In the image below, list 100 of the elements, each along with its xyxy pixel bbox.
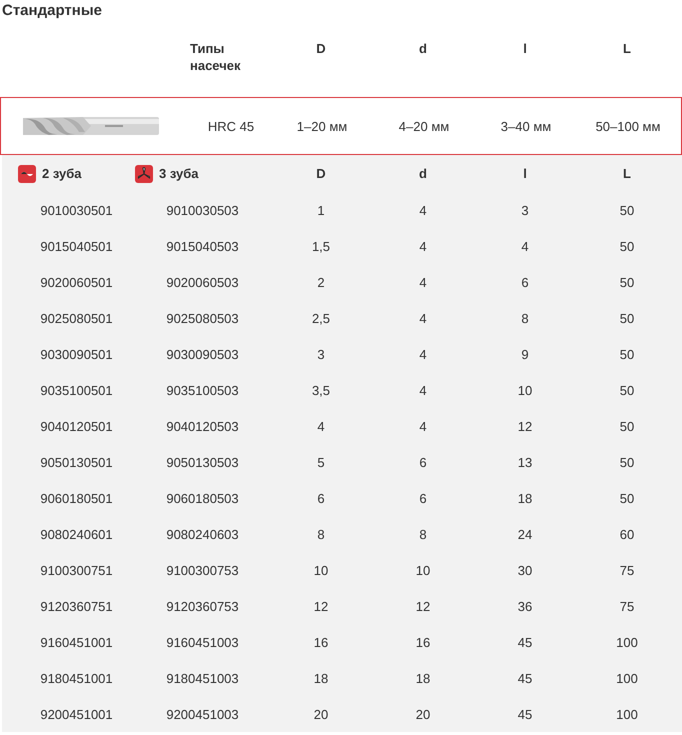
column-header: l — [523, 166, 527, 181]
table-cell: 4 — [419, 310, 427, 326]
table-cell: 9060180503 — [166, 490, 239, 506]
table-cell: 9100300751 — [40, 562, 113, 578]
table-cell: 8 — [419, 526, 427, 542]
table-cell: 9035100501 — [40, 382, 113, 398]
table-cell: 50 — [620, 382, 634, 398]
table-cell: 50 — [620, 274, 634, 290]
table-cell: 30 — [518, 562, 532, 578]
table-cell: 6 — [521, 274, 529, 290]
table-cell: 20 — [416, 706, 430, 722]
table-cell: 9120360753 — [166, 598, 239, 614]
table-cell: 45 — [518, 634, 532, 650]
table-cell: 9010030501 — [40, 202, 113, 218]
column-header: d — [419, 166, 427, 181]
table-cell: 9100300753 — [166, 562, 239, 578]
table-cell: 9180451001 — [40, 670, 113, 686]
spec-value: 4–20 мм — [398, 118, 450, 134]
table-cell: 6 — [419, 490, 427, 506]
table-cell: 50 — [620, 454, 634, 470]
table-cell: 100 — [616, 706, 638, 722]
table-cell: 9025080501 — [40, 310, 113, 326]
table-cell: 9040120501 — [40, 418, 113, 434]
table-cell: 9200451003 — [166, 706, 239, 722]
table-cell: 4 — [419, 274, 427, 290]
table-cell: 50 — [620, 346, 634, 362]
table-cell: 50 — [620, 310, 634, 326]
table-cell: 6 — [419, 454, 427, 470]
spec-value: 1–20 мм — [296, 118, 348, 134]
table-cell: 9010030503 — [166, 202, 239, 218]
table-cell: 16 — [314, 634, 328, 650]
table-cell: 8 — [521, 310, 529, 326]
table-cell: 13 — [518, 454, 532, 470]
table-cell: 4 — [419, 418, 427, 434]
table-cell: 60 — [620, 526, 634, 542]
table-cell: 18 — [518, 490, 532, 506]
three-flute-icon — [135, 164, 153, 182]
table-cell: 3 — [521, 202, 529, 218]
table-cell: 9160451003 — [166, 634, 239, 650]
table-cell: 75 — [620, 598, 634, 614]
column-header: L — [622, 40, 632, 57]
column-header: 2 зуба — [42, 166, 82, 181]
table-cell: 9040120503 — [166, 418, 239, 434]
table-cell: 9200451001 — [40, 706, 113, 722]
table-cell: 9080240601 — [40, 526, 113, 542]
table-cell: 4 — [521, 238, 529, 254]
table-cell: 18 — [314, 670, 328, 686]
table-cell: 24 — [518, 526, 532, 542]
spec-value: 50–100 мм — [594, 118, 662, 134]
table-cell: 9120360751 — [40, 598, 113, 614]
two-flute-icon — [18, 164, 36, 182]
table-cell: 12 — [518, 418, 532, 434]
table-cell: 8 — [317, 526, 325, 542]
table-cell: 1,5 — [312, 238, 330, 254]
table-cell: 9035100503 — [166, 382, 239, 398]
table-cell: 9030090501 — [40, 346, 113, 362]
table-cell: 2 — [317, 274, 325, 290]
column-header: d — [418, 40, 428, 57]
column-header: Типы насечек — [190, 40, 242, 74]
table-cell: 16 — [416, 634, 430, 650]
table-cell: 9180451003 — [166, 670, 239, 686]
table-cell: 12 — [314, 598, 328, 614]
spec-value: 3–40 мм — [500, 118, 552, 134]
column-header: L — [623, 166, 631, 181]
table-cell: 12 — [416, 598, 430, 614]
table-cell: 9 — [521, 346, 529, 362]
table-cell: 4 — [419, 346, 427, 362]
table-cell: 3,5 — [312, 382, 330, 398]
table-cell: 3 — [317, 346, 325, 362]
table-cell: 100 — [616, 634, 638, 650]
table-cell: 2,5 — [312, 310, 330, 326]
table-cell: 4 — [317, 418, 325, 434]
table-cell: 45 — [518, 670, 532, 686]
table-cell: 4 — [419, 202, 427, 218]
table-cell: 1 — [317, 202, 325, 218]
column-header: D — [316, 166, 326, 181]
table-cell: 50 — [620, 202, 634, 218]
table-cell: 10 — [518, 382, 532, 398]
table-cell: 50 — [620, 238, 634, 254]
table-cell: 4 — [419, 238, 427, 254]
table-cell: 9025080503 — [166, 310, 239, 326]
table-cell: 36 — [518, 598, 532, 614]
table-cell: 9160451001 — [40, 634, 113, 650]
table-cell: 75 — [620, 562, 634, 578]
table-cell: 9020060501 — [40, 274, 113, 290]
table-cell: 6 — [317, 490, 325, 506]
table-cell: 10 — [416, 562, 430, 578]
table-cell: 9050130501 — [40, 454, 113, 470]
table-cell: 50 — [620, 490, 634, 506]
table-cell: 9080240603 — [166, 526, 239, 542]
spec-value: HRC 45 — [206, 118, 256, 134]
table-cell: 9015040501 — [40, 238, 113, 254]
column-header: 3 зуба — [159, 166, 198, 181]
table-cell: 50 — [620, 418, 634, 434]
table-cell: 9030090503 — [166, 346, 239, 362]
table-cell: 9020060503 — [166, 274, 239, 290]
table-cell: 10 — [314, 562, 328, 578]
column-header: l — [522, 40, 528, 57]
section-title: Стандартные — [1, 1, 103, 21]
table-cell: 9015040503 — [166, 238, 239, 254]
